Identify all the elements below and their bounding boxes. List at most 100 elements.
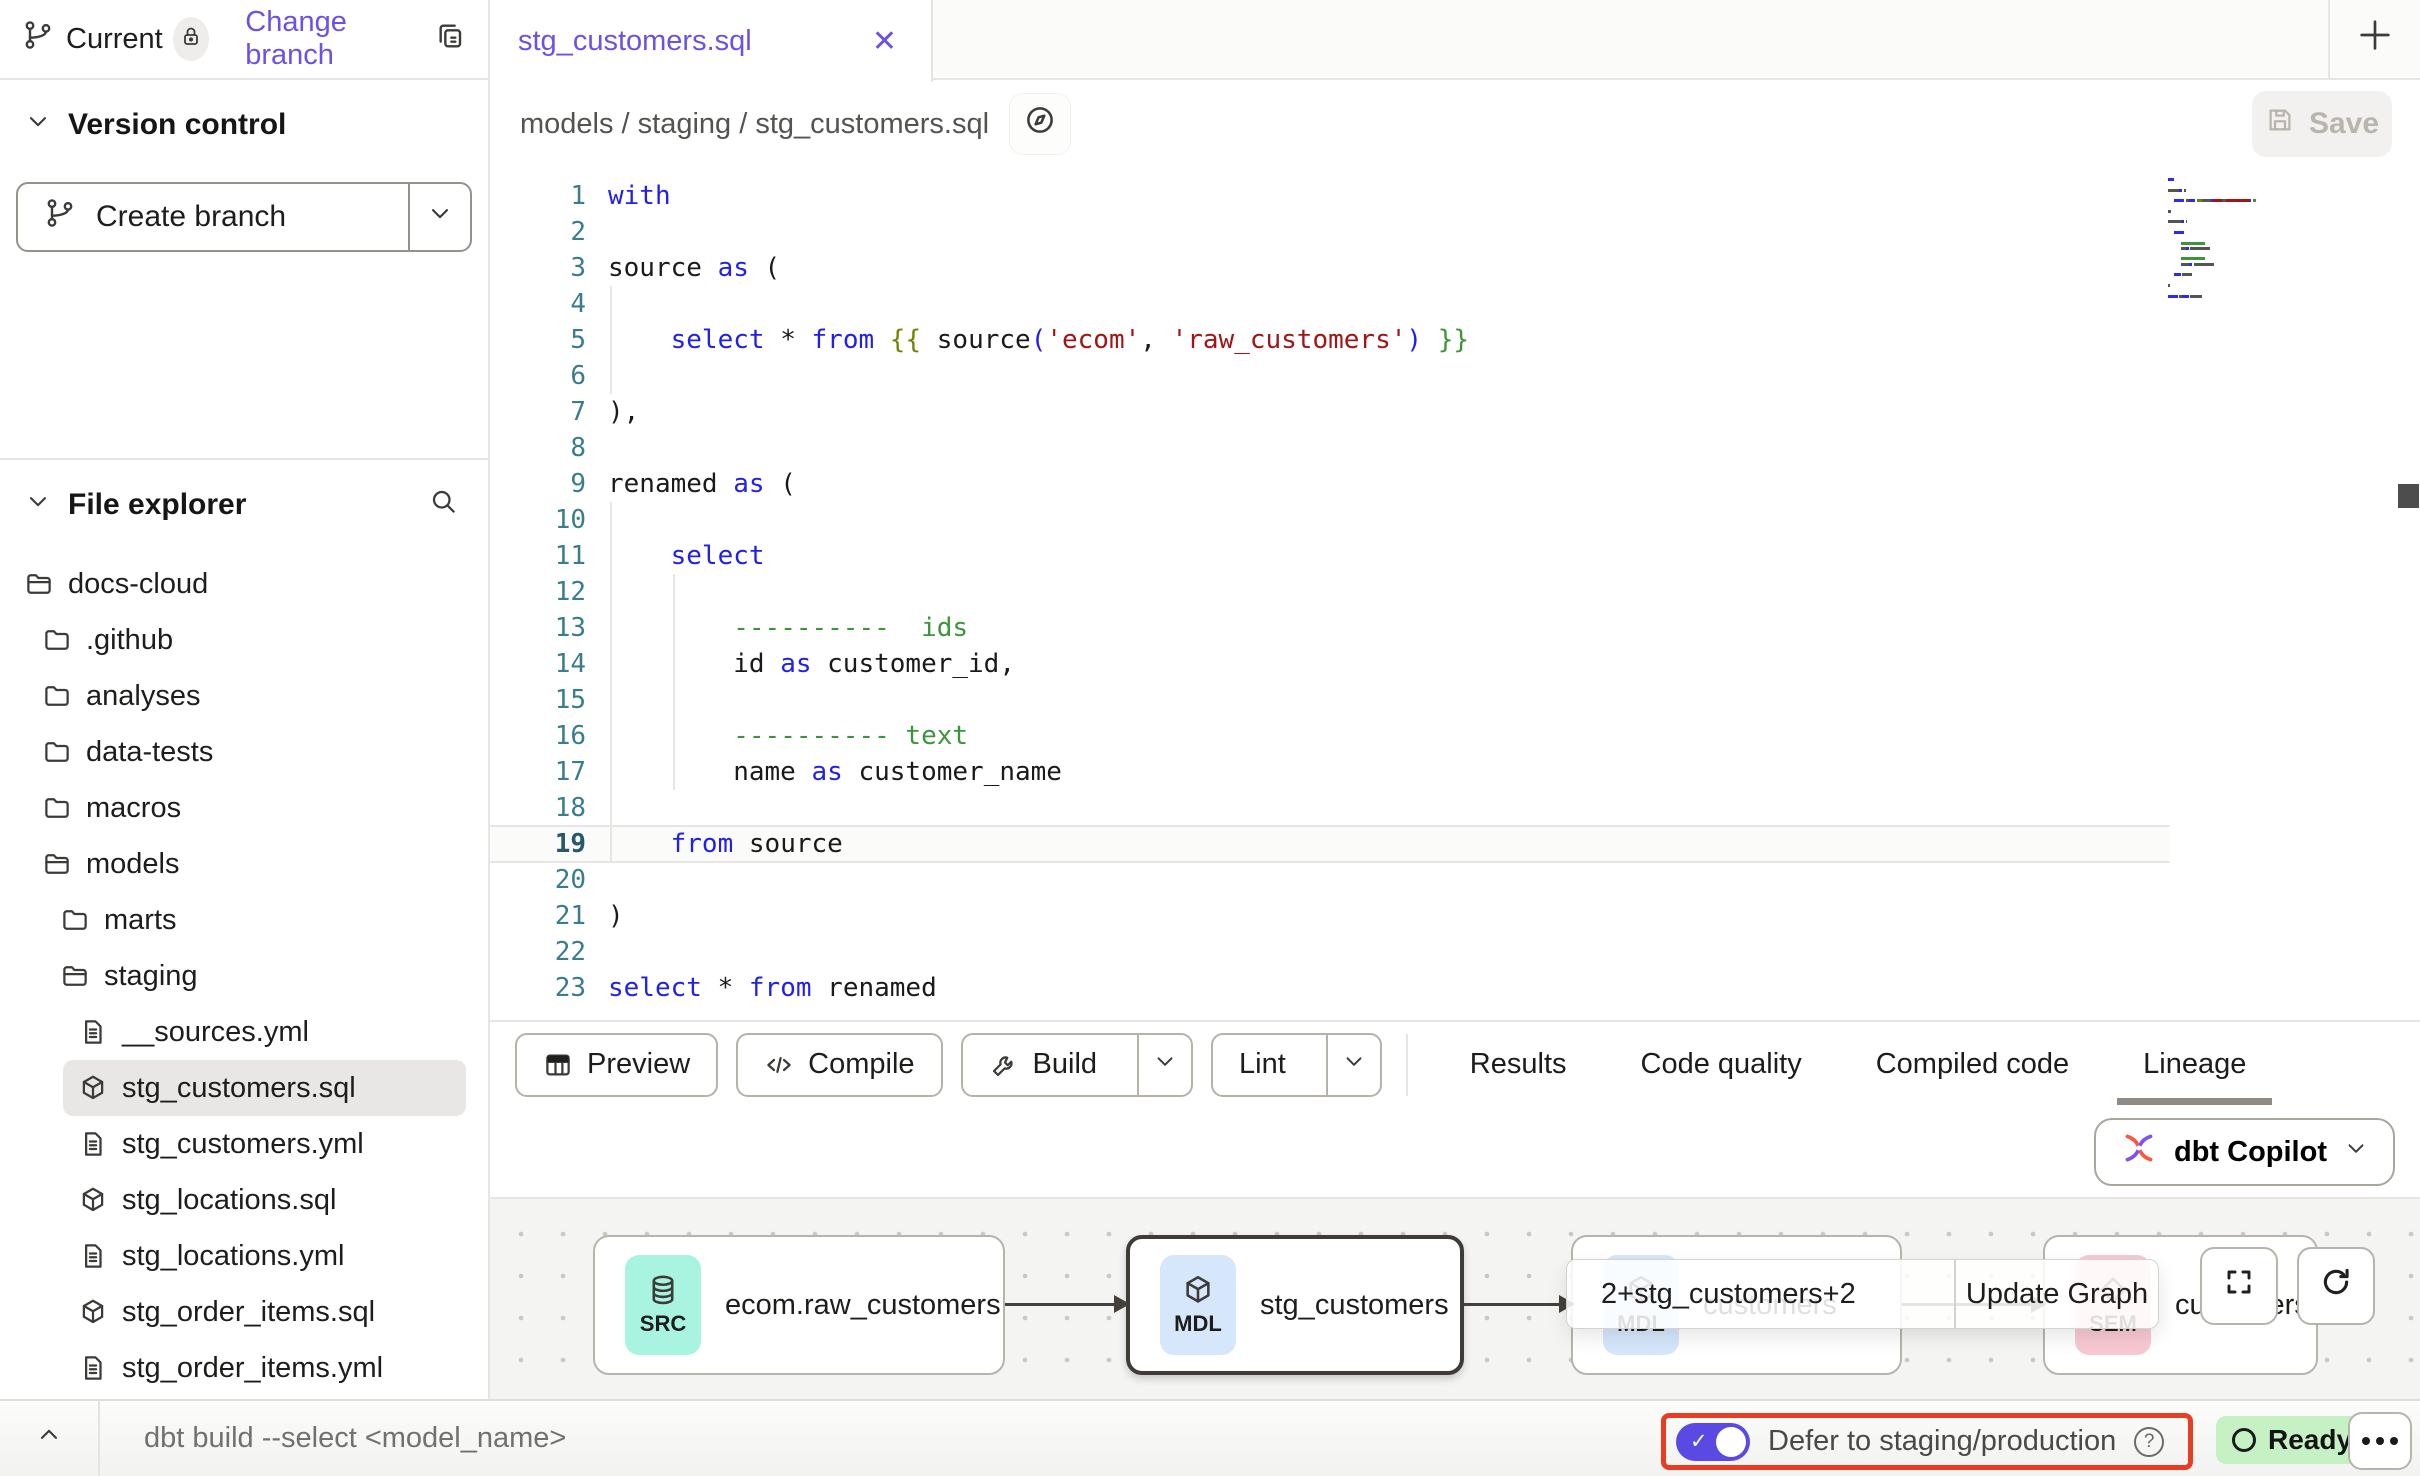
copy-branch-button[interactable] xyxy=(434,19,466,59)
code-line-text: with xyxy=(608,178,2420,214)
preview-button[interactable]: Preview xyxy=(515,1033,718,1097)
model-actions-button[interactable] xyxy=(1009,93,1071,155)
button-label: Compile xyxy=(808,1048,914,1081)
tab-title: stg_customers.sql xyxy=(518,25,752,58)
lint-button[interactable]: Lint xyxy=(1211,1033,1382,1097)
file-icon xyxy=(78,1241,108,1271)
dbt-copilot-label: dbt Copilot xyxy=(2174,1136,2327,1169)
code-line[interactable]: 10 xyxy=(490,502,2420,538)
model-icon xyxy=(78,1073,108,1103)
compile-button[interactable]: Compile xyxy=(736,1033,942,1097)
build-button[interactable]: Build xyxy=(961,1033,1194,1097)
file-tree-item[interactable]: stg_locations.sql xyxy=(0,1172,488,1228)
file-search-button[interactable] xyxy=(428,486,458,524)
code-icon xyxy=(764,1050,794,1080)
file-tree-item-label: stg_customers.yml xyxy=(122,1128,364,1161)
save-button[interactable]: Save xyxy=(2252,91,2392,157)
code-line[interactable]: 11 select xyxy=(490,538,2420,574)
file-tree-item-label: stg_customers.sql xyxy=(122,1072,356,1105)
code-line[interactable]: 6 xyxy=(490,358,2420,394)
tab-stg-customers-sql[interactable]: stg_customers.sql ✕ xyxy=(490,0,933,82)
file-tree-item[interactable]: data-tests xyxy=(0,724,488,780)
build-dropdown[interactable] xyxy=(1137,1035,1191,1095)
lineage-graph[interactable]: SRCecom.raw_customersMDLstg_customersMDL… xyxy=(490,1197,2420,1399)
lineage-node-stg_customers[interactable]: MDLstg_customers xyxy=(1126,1235,1464,1375)
file-tree-item[interactable]: docs-cloud xyxy=(0,556,488,612)
code-line-text: source as ( xyxy=(608,250,2420,286)
file-tree-item[interactable]: marts xyxy=(0,892,488,948)
file-tree-item[interactable]: stg_customers.sql xyxy=(63,1060,466,1116)
file-tree-item[interactable]: stg_order_items.sql xyxy=(0,1284,488,1340)
file-tree-item[interactable]: staging xyxy=(0,948,488,1004)
file-tree-item[interactable]: models xyxy=(0,836,488,892)
file-tree-item[interactable]: .github xyxy=(0,612,488,668)
file-tree-item[interactable]: stg_order_items.yml xyxy=(0,1340,488,1396)
tab-lineage[interactable]: Lineage xyxy=(2143,1048,2246,1081)
change-branch-link[interactable]: Change branch xyxy=(245,6,410,72)
code-line-text xyxy=(608,790,2420,826)
code-line[interactable]: 19 from source xyxy=(490,826,2420,862)
create-branch-dropdown[interactable] xyxy=(408,184,470,250)
command-input[interactable]: dbt build --select <model_name> xyxy=(144,1422,566,1455)
line-number: 2 xyxy=(490,214,608,250)
version-control-header[interactable]: Version control xyxy=(0,98,488,152)
line-number: 18 xyxy=(490,790,608,826)
tab-code-quality[interactable]: Code quality xyxy=(1641,1048,1802,1081)
help-icon[interactable]: ? xyxy=(2134,1427,2164,1457)
file-tree-item[interactable]: macros xyxy=(0,780,488,836)
code-line[interactable]: 22 xyxy=(490,934,2420,970)
lineage-selector-input[interactable]: 2+stg_customers+2 xyxy=(1567,1260,1954,1328)
file-tree-item[interactable]: __sources.yml xyxy=(0,1004,488,1060)
code-line-text xyxy=(608,358,2420,394)
folder-open-icon xyxy=(24,569,54,599)
folder-icon xyxy=(42,793,72,823)
collapse-commandbar-button[interactable] xyxy=(0,1421,98,1457)
indent-guide xyxy=(610,790,612,826)
code-line[interactable]: 15 xyxy=(490,682,2420,718)
model-icon xyxy=(78,1297,108,1327)
line-number: 14 xyxy=(490,646,608,682)
code-line[interactable]: 20 xyxy=(490,862,2420,898)
tab-compiled-code[interactable]: Compiled code xyxy=(1876,1048,2069,1081)
code-line[interactable]: 14 id as customer_id, xyxy=(490,646,2420,682)
code-line[interactable]: 18 xyxy=(490,790,2420,826)
lineage-refresh-button[interactable] xyxy=(2297,1247,2375,1325)
code-line[interactable]: 21) xyxy=(490,898,2420,934)
code-line[interactable]: 23select * from renamed xyxy=(490,970,2420,1006)
file-tree-item[interactable]: stg_customers.yml xyxy=(0,1116,488,1172)
editor-toolbar: Preview Compile Build Lint Results Code qual… xyxy=(490,1020,2420,1107)
lint-dropdown[interactable] xyxy=(1326,1035,1380,1095)
tab-close-icon[interactable]: ✕ xyxy=(872,24,897,59)
defer-toggle[interactable]: ✓ xyxy=(1676,1423,1750,1461)
code-editor[interactable]: 1with23source as (45 select * from {{ so… xyxy=(490,168,2420,1020)
code-line[interactable]: 4 xyxy=(490,286,2420,322)
code-line[interactable]: 9renamed as ( xyxy=(490,466,2420,502)
code-line[interactable]: 3source as ( xyxy=(490,250,2420,286)
code-line[interactable]: 7), xyxy=(490,394,2420,430)
file-tree-item-label: docs-cloud xyxy=(68,568,208,601)
create-branch-button[interactable]: Create branch xyxy=(16,182,472,252)
code-line[interactable]: 12 xyxy=(490,574,2420,610)
code-line[interactable]: 17 name as customer_name xyxy=(490,754,2420,790)
code-line[interactable]: 8 xyxy=(490,430,2420,466)
new-tab-button[interactable] xyxy=(2330,0,2420,78)
code-line[interactable]: 1with xyxy=(490,178,2420,214)
code-line[interactable]: 13 ---------- ids xyxy=(490,610,2420,646)
lineage-fullscreen-button[interactable] xyxy=(2200,1247,2278,1325)
folder-icon xyxy=(42,625,72,655)
code-line[interactable]: 16 ---------- text xyxy=(490,718,2420,754)
more-options-button[interactable] xyxy=(2348,1412,2412,1470)
lineage-node-ecom-raw_customers[interactable]: SRCecom.raw_customers xyxy=(593,1235,1005,1375)
line-number: 12 xyxy=(490,574,608,610)
current-branch[interactable]: Current xyxy=(22,19,163,59)
file-tree-item[interactable]: analyses xyxy=(0,668,488,724)
file-explorer-header[interactable]: File explorer xyxy=(0,478,488,532)
update-graph-button[interactable]: Update Graph xyxy=(1956,1260,2158,1328)
tab-results[interactable]: Results xyxy=(1470,1048,1567,1081)
dbt-copilot-button[interactable]: dbt Copilot xyxy=(2094,1118,2395,1186)
file-tree-item-label: __sources.yml xyxy=(122,1016,309,1049)
defer-toggle-highlight: ✓ Defer to staging/production ? xyxy=(1661,1413,2193,1470)
code-line[interactable]: 5 select * from {{ source('ecom', 'raw_c… xyxy=(490,322,2420,358)
file-tree-item[interactable]: stg_locations.yml xyxy=(0,1228,488,1284)
code-line[interactable]: 2 xyxy=(490,214,2420,250)
